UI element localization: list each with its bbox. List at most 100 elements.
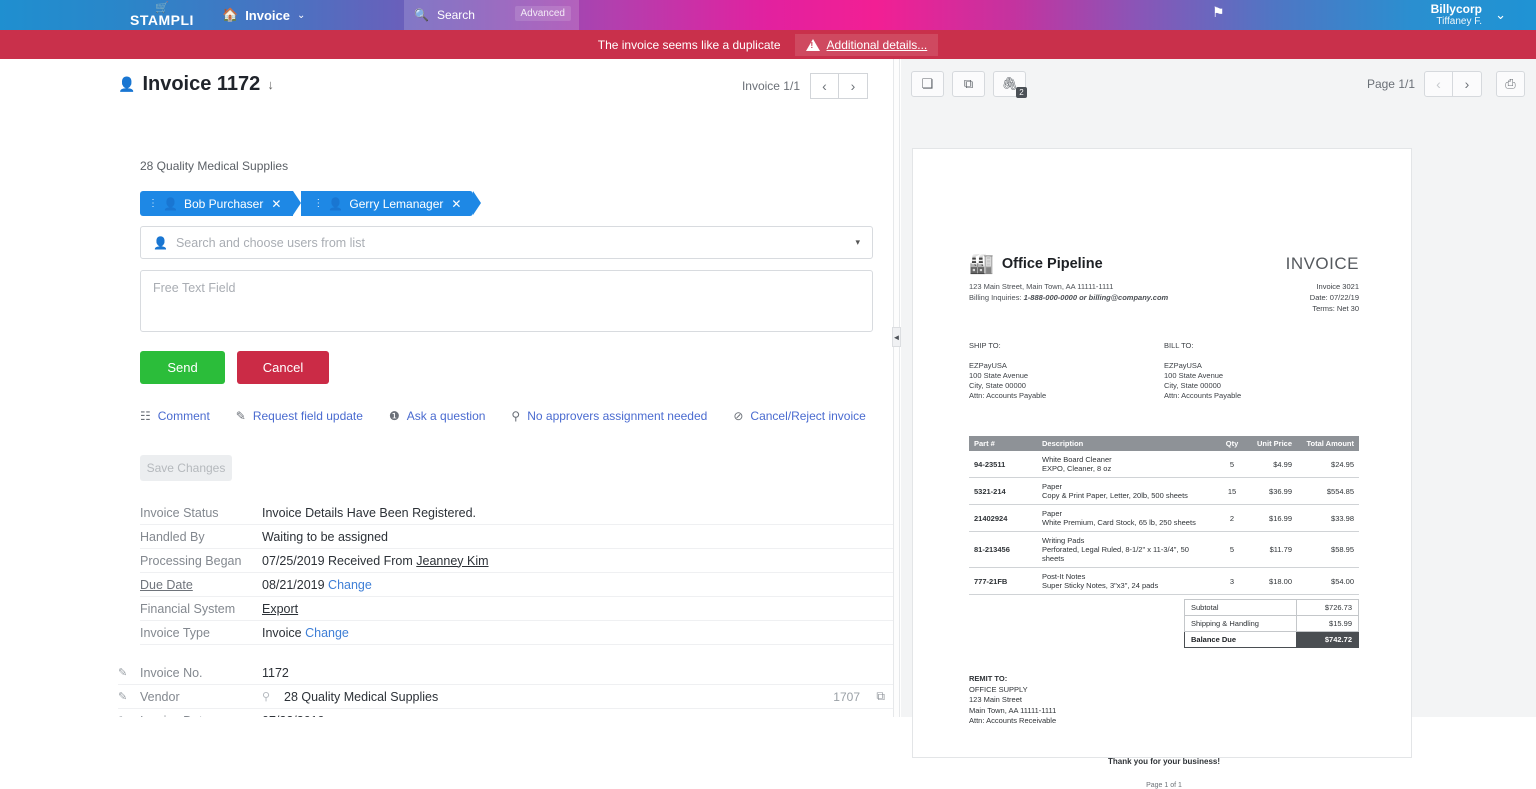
ship-to-line: 100 State Avenue: [969, 371, 1029, 380]
free-text-field[interactable]: Free Text Field: [140, 270, 873, 332]
search-placeholder: Search: [436, 8, 475, 22]
item-description-sub: White Premium, Card Stock, 65 lb, 250 sh…: [1042, 518, 1196, 527]
duplicate-warning-banner: The invoice seems like a duplicate Addit…: [0, 30, 1536, 59]
item-total: $33.98: [1297, 504, 1359, 532]
invoice-pagination: Invoice 1/1 ‹ ›: [742, 73, 868, 99]
item-unit-price: $16.99: [1247, 504, 1297, 532]
field-row-invoice-no: ✎ Invoice No. 1172: [118, 661, 893, 685]
block-icon: ⊘: [733, 409, 744, 423]
open-external-icon[interactable]: ⧉: [952, 71, 985, 97]
info-icon: ❶: [388, 409, 400, 423]
document-vendor-address: 123 Main Street, Main Town, AA 11111-111…: [969, 282, 1114, 291]
item-description: White Board Cleaner EXPO, Cleaner, 8 oz: [1037, 451, 1217, 478]
invoice-document-page[interactable]: 🏭 Office Pipeline 123 Main Street, Main …: [912, 148, 1412, 789]
duplicate-message: The invoice seems like a duplicate: [597, 37, 781, 52]
next-invoice-button[interactable]: ›: [839, 73, 868, 99]
collapse-panel-handle[interactable]: ◄: [892, 327, 901, 347]
flag-icon[interactable]: ⚑: [1212, 4, 1225, 21]
split-view-icon[interactable]: ❏: [911, 71, 944, 97]
account-menu[interactable]: Billycorp Tiffaney F.: [1431, 0, 1482, 30]
print-icon[interactable]: ⎙: [1496, 71, 1525, 97]
pencil-icon[interactable]: ✎: [118, 690, 140, 703]
remit-to-block: REMIT TO: OFFICE SUPPLY 123 Main Street …: [969, 674, 1359, 727]
item-qty: 2: [1217, 504, 1247, 532]
next-page-button[interactable]: ›: [1453, 71, 1482, 97]
field-value[interactable]: 07/22/2019: [262, 714, 325, 718]
cancel-button[interactable]: Cancel: [237, 351, 329, 384]
column-header-qty: Qty: [1217, 436, 1247, 451]
change-invoice-type-link[interactable]: Change: [305, 626, 349, 640]
pencil-icon[interactable]: ✎: [118, 666, 140, 679]
drag-handle-icon[interactable]: ⋮: [148, 198, 158, 209]
item-description-main: Paper: [1042, 482, 1063, 491]
change-due-date-link[interactable]: Change: [328, 578, 372, 592]
item-unit-price: $36.99: [1247, 477, 1297, 505]
close-icon[interactable]: ✕: [271, 197, 281, 211]
cancel-reject-invoice-label: Cancel/Reject invoice: [750, 409, 866, 423]
additional-details-button[interactable]: Additional details...: [794, 33, 939, 56]
field-row-invoice-date: ✎ Invoice Date 07/22/2019: [118, 709, 893, 718]
previous-invoice-button[interactable]: ‹: [810, 73, 839, 99]
assigned-users-chips: ⋮ 👤 Bob Purchaser ✕ ⋮ 👤 Gerry Lemanager …: [140, 191, 482, 216]
advanced-search-link[interactable]: Advanced: [514, 6, 571, 21]
bill-to-block: BILL TO: EZPayUSA 100 State Avenue City,…: [1164, 341, 1359, 401]
item-unit-price: $4.99: [1247, 451, 1297, 478]
row-value-text: 07/25/2019 Received From: [262, 553, 417, 568]
export-link[interactable]: Export: [262, 602, 298, 616]
search-icon[interactable]: ⚲: [262, 690, 284, 703]
totals-row-shipping: Shipping & Handling $15.99: [1184, 615, 1359, 632]
user-chip-label: Gerry Lemanager: [349, 196, 444, 211]
row-value: Waiting to be assigned: [262, 529, 389, 544]
row-value: 08/21/2019 Change: [262, 578, 372, 592]
received-from-link[interactable]: Jeanney Kim: [416, 554, 488, 568]
item-qty: 3: [1217, 567, 1247, 595]
cancel-reject-invoice-action[interactable]: ⊘ Cancel/Reject invoice: [733, 409, 865, 423]
column-header-unit-price: Unit Price: [1247, 436, 1297, 451]
row-value: Invoice Change: [262, 626, 349, 640]
bill-to-line: EZPayUSA: [1164, 361, 1202, 370]
send-button[interactable]: Send: [140, 351, 225, 384]
row-label[interactable]: Due Date: [140, 578, 262, 592]
field-value[interactable]: 28 Quality Medical Supplies: [284, 690, 438, 704]
user-search-select[interactable]: 👤 Search and choose users from list ▾: [140, 226, 873, 259]
page-subtitle: 28 Quality Medical Supplies: [140, 159, 289, 173]
user-chip[interactable]: ⋮ 👤 Gerry Lemanager ✕: [301, 191, 482, 216]
previous-page-button[interactable]: ‹: [1424, 71, 1453, 97]
document-vendor-name: Office Pipeline: [1001, 256, 1103, 272]
save-changes-button[interactable]: Save Changes: [140, 455, 232, 481]
item-total: $58.95: [1297, 531, 1359, 568]
chevron-down-icon[interactable]: ⌄: [1495, 7, 1506, 23]
request-field-update-action[interactable]: ✎ Request field update: [236, 409, 363, 423]
address-section: SHIP TO: EZPayUSA 100 State Avenue City,…: [969, 341, 1359, 401]
table-row: 21402924 Paper White Premium, Card Stock,…: [969, 504, 1359, 532]
billing-inquiries-value: 1-888-000-0000 or billing@company.com: [1023, 293, 1169, 302]
chevron-down-icon[interactable]: ▾: [855, 237, 860, 248]
field-value[interactable]: 1172: [262, 666, 289, 680]
nav-invoice-menu[interactable]: 🏠 Invoice ⌄: [222, 0, 305, 30]
download-icon[interactable]: ↓: [267, 77, 274, 92]
no-approvers-action[interactable]: ⚲ No approvers assignment needed: [511, 409, 707, 423]
copy-icon[interactable]: ⧉: [876, 689, 885, 704]
table-row: 81-213456 Writing Pads Perforated, Legal …: [969, 531, 1359, 568]
item-qty: 15: [1217, 477, 1247, 505]
attachment-count-badge: 2: [1016, 87, 1027, 98]
totals-row-balance-due: Balance Due $742.72: [1184, 631, 1359, 648]
comment-action[interactable]: ☷ Comment: [140, 409, 210, 423]
table-row: Handled By Waiting to be assigned: [140, 525, 893, 549]
document-header: 🏭 Office Pipeline 123 Main Street, Main …: [969, 254, 1359, 314]
item-unit-price: $11.79: [1247, 531, 1297, 568]
item-description: Writing Pads Perforated, Legal Ruled, 8-1…: [1037, 531, 1217, 568]
ask-a-question-action[interactable]: ❶ Ask a question: [389, 409, 485, 423]
attachment-button[interactable]: 🖇 2: [993, 71, 1027, 98]
brand-logo[interactable]: 🛒 STAMPLI: [130, 0, 194, 30]
user-chip[interactable]: ⋮ 👤 Bob Purchaser ✕: [140, 191, 302, 216]
ship-to-block: SHIP TO: EZPayUSA 100 State Avenue City,…: [969, 341, 1164, 401]
close-icon[interactable]: ✕: [451, 197, 461, 211]
ship-to-line: EZPayUSA: [969, 361, 1007, 370]
row-label: Handled By: [140, 529, 205, 544]
drag-handle-icon[interactable]: ⋮: [313, 198, 323, 209]
table-row: 5321-214 Paper Copy & Print Paper, Letter…: [969, 477, 1359, 505]
search-input[interactable]: 🔍 Search Advanced: [404, 0, 579, 30]
table-row: 777-21FB Post-It Notes Super Sticky Notes…: [969, 567, 1359, 595]
field-label: Invoice Date: [140, 714, 262, 718]
